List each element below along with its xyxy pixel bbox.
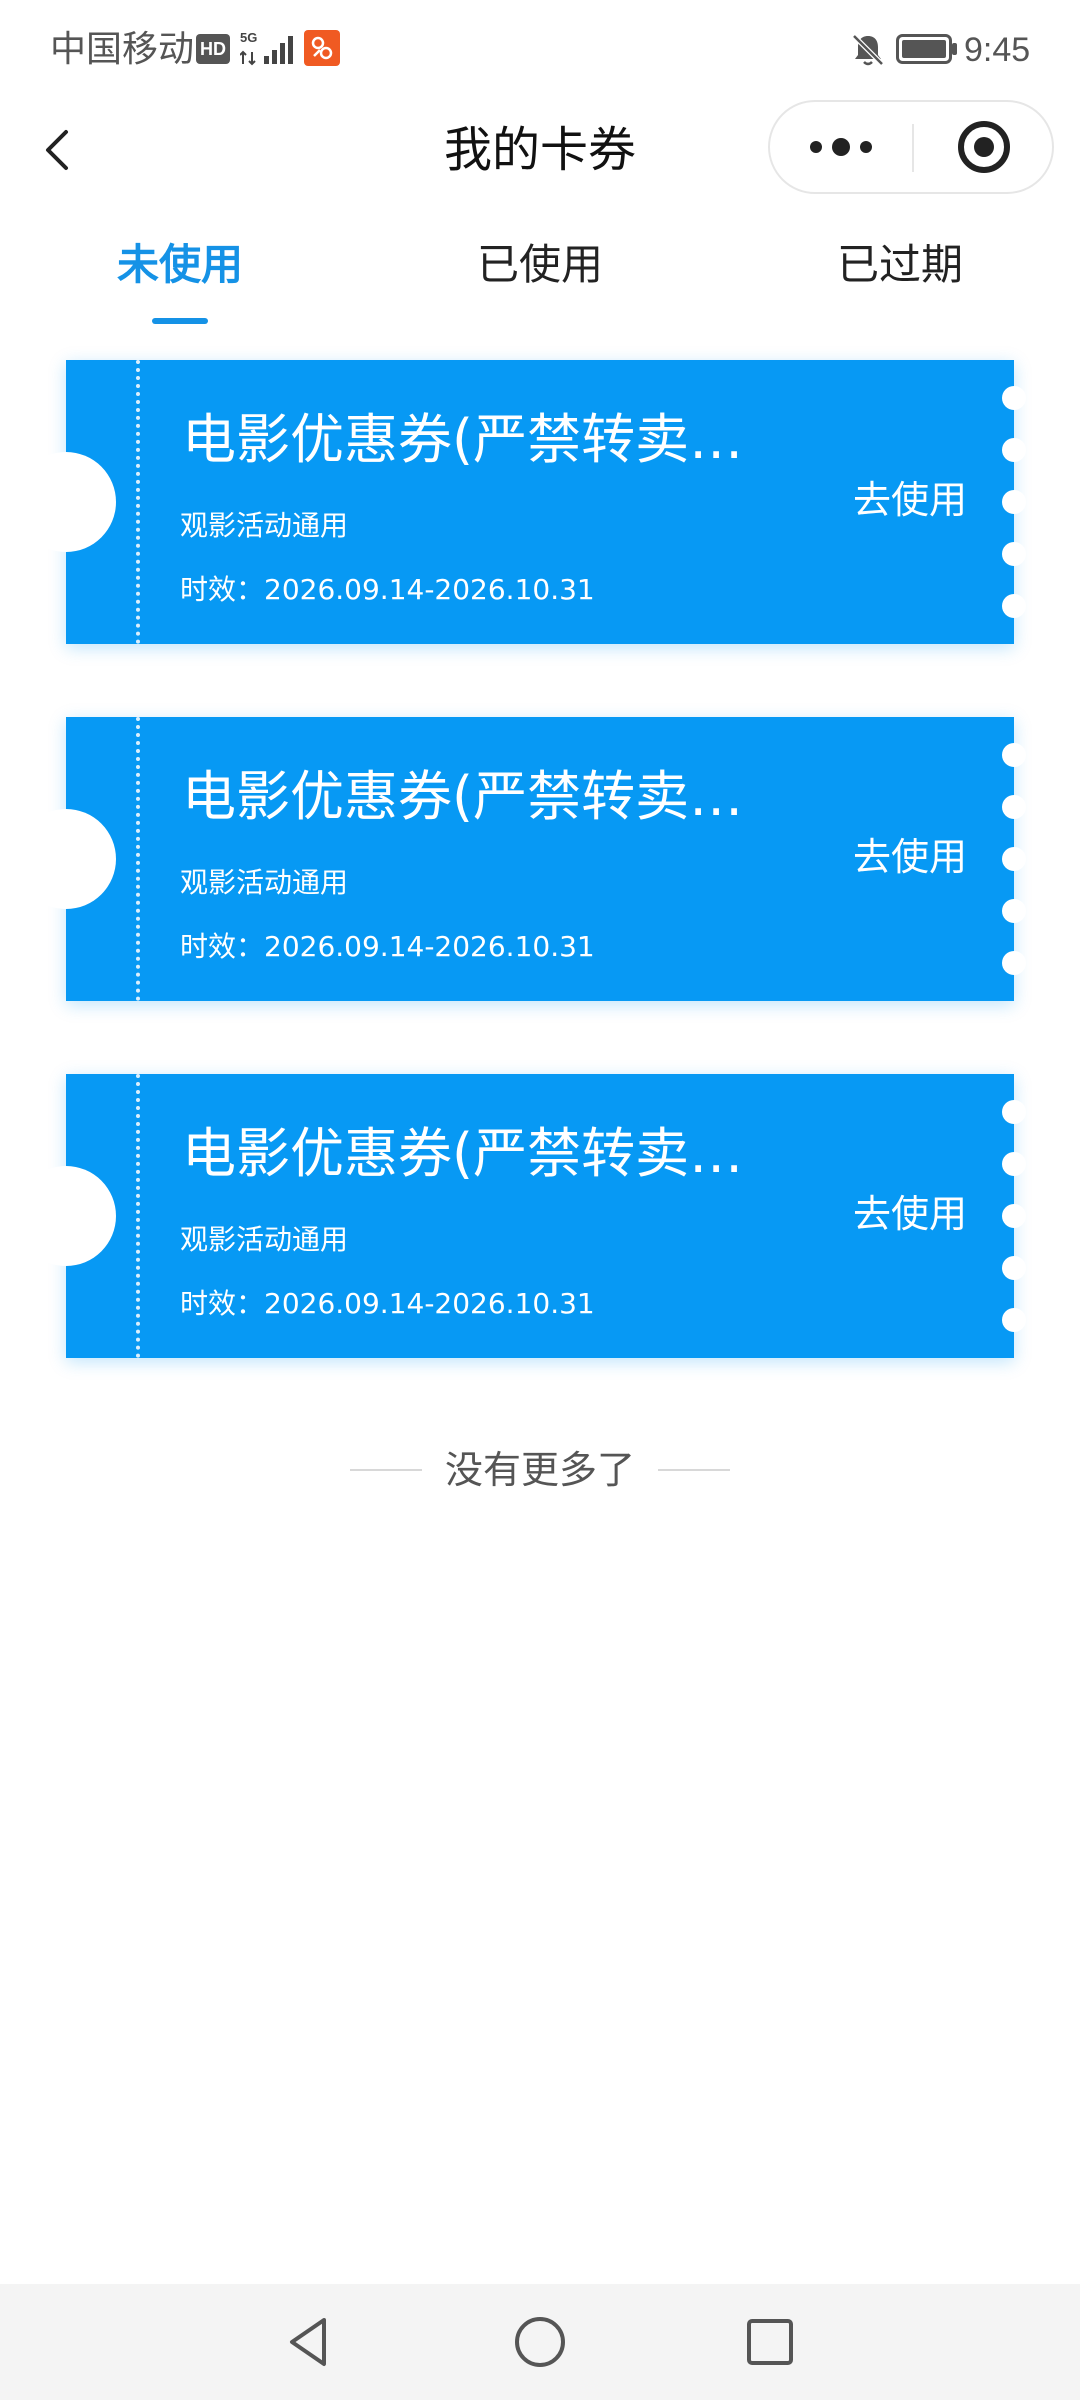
coupon-scallop bbox=[1002, 847, 1026, 871]
nav-home-circle-icon[interactable] bbox=[510, 2312, 570, 2372]
coupon-scallop bbox=[1002, 743, 1026, 767]
coupon-scallop bbox=[1002, 795, 1026, 819]
coupon-validity: 时效：2026.09.14-2026.10.31 bbox=[180, 930, 595, 963]
coupon-card[interactable]: 电影优惠券(严禁转卖… 观影活动通用 时效：2026.09.14-2026.10… bbox=[16, 717, 1026, 1001]
no-more-label: 没有更多了 bbox=[444, 1448, 635, 1492]
coupon-scallop bbox=[1002, 1152, 1026, 1176]
tab-used[interactable]: 已使用 bbox=[420, 230, 660, 300]
coupon-title: 电影优惠券(严禁转卖… bbox=[182, 765, 744, 828]
back-button[interactable] bbox=[30, 118, 90, 182]
coupon-scallop bbox=[1002, 490, 1026, 514]
coupon-notch bbox=[16, 1166, 116, 1266]
coupon-scallop bbox=[1002, 386, 1026, 410]
coupon-scallop bbox=[1002, 1100, 1026, 1124]
mini-program-capsule bbox=[768, 100, 1054, 194]
coupon-card[interactable]: 电影优惠券(严禁转卖… 观影活动通用 时效：2026.09.14-2026.10… bbox=[16, 360, 1026, 644]
coupon-scallop bbox=[1002, 899, 1026, 923]
network-type-label: 5G bbox=[240, 30, 257, 45]
hd-badge: HD bbox=[196, 34, 230, 64]
coupon-notch bbox=[16, 809, 116, 909]
end-of-list: 没有更多了 bbox=[0, 1440, 1080, 1500]
use-coupon-button[interactable]: 去使用 bbox=[830, 827, 990, 887]
coupon-scallop bbox=[1002, 1204, 1026, 1228]
coupon-validity: 时效：2026.09.14-2026.10.31 bbox=[180, 1287, 595, 1320]
coupon-dashed-divider bbox=[136, 1074, 140, 1358]
app-notification-icon bbox=[304, 30, 340, 66]
nav-back-triangle-icon[interactable] bbox=[280, 2312, 340, 2372]
more-button[interactable] bbox=[770, 102, 912, 192]
nav-recents-square-icon[interactable] bbox=[740, 2312, 800, 2372]
bell-mute-icon bbox=[852, 34, 884, 66]
coupon-title: 电影优惠券(严禁转卖… bbox=[182, 408, 744, 471]
system-navigation-bar bbox=[0, 2284, 1080, 2400]
coupon-card[interactable]: 电影优惠券(严禁转卖… 观影活动通用 时效：2026.09.14-2026.10… bbox=[16, 1074, 1026, 1358]
chevron-left-icon bbox=[46, 130, 68, 170]
coupon-tabs: 未使用 已使用 已过期 bbox=[0, 230, 1080, 330]
carrier-name: 中国移动 bbox=[50, 29, 195, 70]
coupon-notch bbox=[16, 452, 116, 552]
coupon-subtitle: 观影活动通用 bbox=[180, 866, 349, 899]
target-circle-icon bbox=[958, 121, 1010, 173]
page-title: 我的卡券 bbox=[443, 122, 636, 178]
coupon-scallop bbox=[1002, 542, 1026, 566]
coupon-scallop bbox=[1002, 1308, 1026, 1332]
coupon-scallop bbox=[1002, 438, 1026, 462]
active-tab-indicator bbox=[152, 318, 208, 324]
coupon-title: 电影优惠券(严禁转卖… bbox=[182, 1122, 744, 1185]
tab-unused[interactable]: 未使用 bbox=[60, 230, 300, 300]
coupon-subtitle: 观影活动通用 bbox=[180, 509, 349, 542]
coupon-scallop bbox=[1002, 951, 1026, 975]
status-bar: 中国移动 HD 5G 9:45 bbox=[0, 0, 1080, 100]
coupon-dashed-divider bbox=[136, 360, 140, 644]
divider-line bbox=[350, 1469, 422, 1471]
signal-icon: 5G bbox=[240, 30, 293, 66]
divider-line bbox=[658, 1469, 730, 1471]
coupon-subtitle: 观影活动通用 bbox=[180, 1223, 349, 1256]
coupon-validity: 时效：2026.09.14-2026.10.31 bbox=[180, 573, 595, 606]
coupon-dashed-divider bbox=[136, 717, 140, 1001]
more-dots-icon bbox=[810, 138, 872, 156]
use-coupon-button[interactable]: 去使用 bbox=[830, 1184, 990, 1244]
coupon-scallop bbox=[1002, 594, 1026, 618]
battery-icon bbox=[896, 34, 957, 64]
clock: 9:45 bbox=[964, 31, 1031, 69]
close-mini-program-button[interactable] bbox=[914, 102, 1054, 192]
coupon-scallop bbox=[1002, 1256, 1026, 1280]
navigation-bar: 我的卡券 bbox=[0, 100, 1080, 200]
use-coupon-button[interactable]: 去使用 bbox=[830, 470, 990, 530]
tab-expired[interactable]: 已过期 bbox=[780, 230, 1020, 300]
